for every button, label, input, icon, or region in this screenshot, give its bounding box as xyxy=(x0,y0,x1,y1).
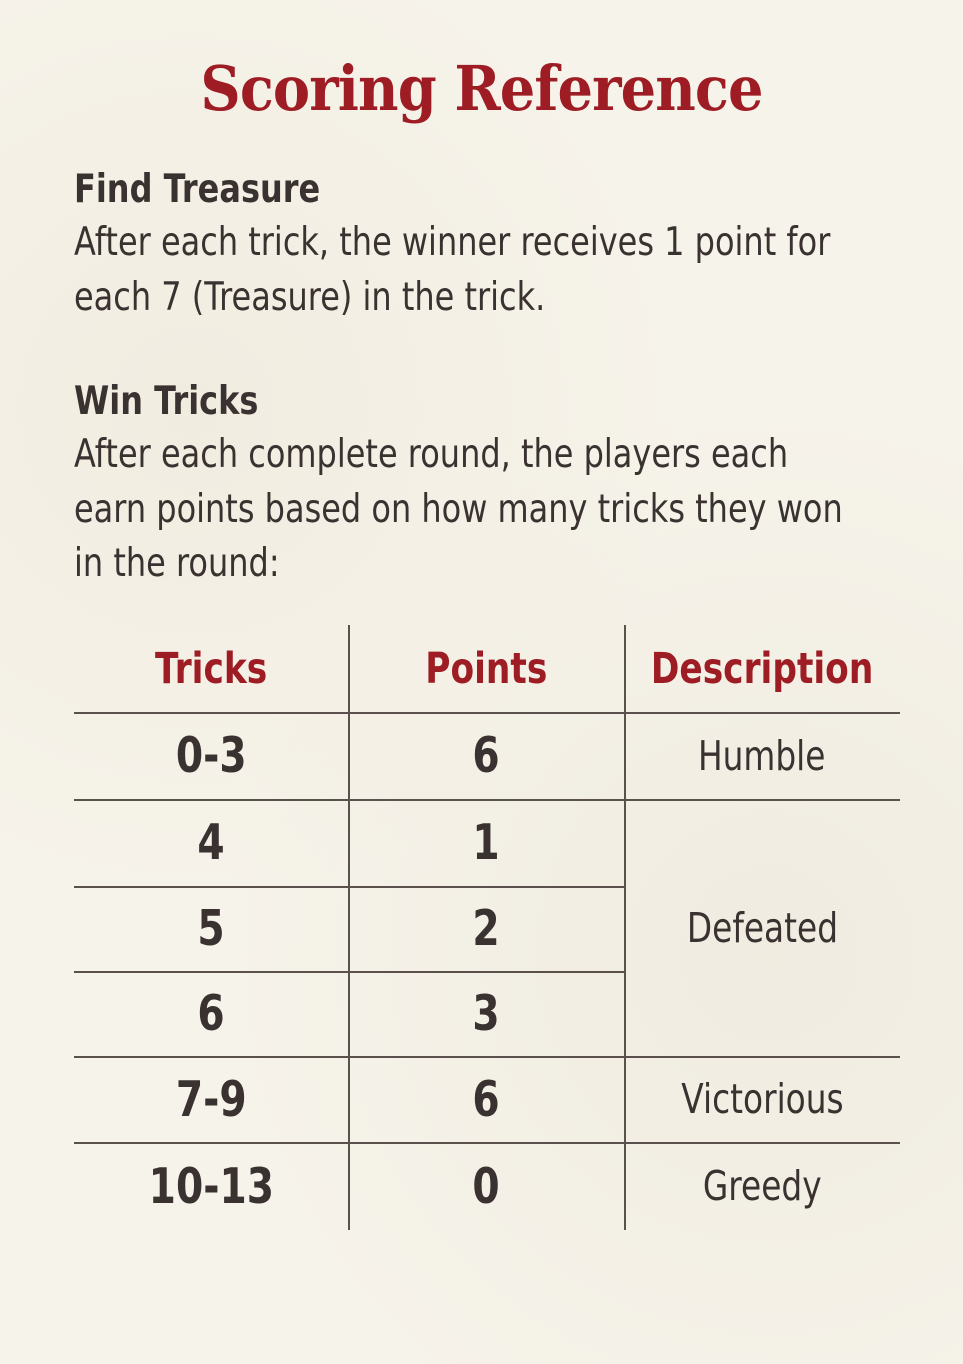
points-cell: 0 xyxy=(472,1157,500,1215)
win-tricks-heading: Win Tricks xyxy=(74,379,259,424)
win-tricks-line: in the round: xyxy=(74,541,280,586)
win-tricks-text: After each complete round, the players e… xyxy=(74,428,894,592)
tricks-cell: 5 xyxy=(197,900,225,957)
win-tricks-line: earn points based on how many tricks the… xyxy=(74,486,843,532)
tricks-cell: 4 xyxy=(197,814,225,871)
win-tricks-line: After each complete round, the players e… xyxy=(74,432,789,477)
tricks-cell: 7-9 xyxy=(175,1070,247,1128)
tricks-cell: 6 xyxy=(197,985,225,1042)
scoring-reference-card: Scoring Reference Find Treasure After ea… xyxy=(0,0,963,1364)
description-cell-victorious: Victorious xyxy=(680,1075,844,1123)
header-points: Points xyxy=(424,643,548,694)
find-treasure-line: each 7 (Treasure) in the trick. xyxy=(74,274,546,320)
find-treasure-text: After each trick, the winner receives 1 … xyxy=(74,216,894,325)
page-title: Scoring Reference xyxy=(200,52,763,125)
tricks-cell: 0-3 xyxy=(175,727,247,784)
header-description: Description xyxy=(650,643,874,694)
points-cell: 6 xyxy=(472,1070,500,1128)
win-tricks-section: Win Tricks After each complete round, th… xyxy=(74,376,894,592)
tricks-cell: 10-13 xyxy=(148,1157,274,1215)
points-cell: 3 xyxy=(472,985,500,1042)
find-treasure-section: Find Treasure After each trick, the winn… xyxy=(74,164,894,325)
description-cell-humble: Humble xyxy=(698,731,826,780)
points-cell: 1 xyxy=(472,814,500,871)
find-treasure-heading: Find Treasure xyxy=(74,167,321,212)
scoring-table: Tricks Points Description 0-3 6 4 1 5 2 … xyxy=(74,625,900,1230)
points-cell: 6 xyxy=(472,727,500,784)
points-cell: 2 xyxy=(472,900,500,957)
description-cell-defeated: Defeated xyxy=(686,903,838,952)
description-cell-greedy: Greedy xyxy=(702,1162,822,1210)
header-tricks: Tricks xyxy=(154,643,268,694)
find-treasure-line: After each trick, the winner receives 1 … xyxy=(74,220,831,265)
